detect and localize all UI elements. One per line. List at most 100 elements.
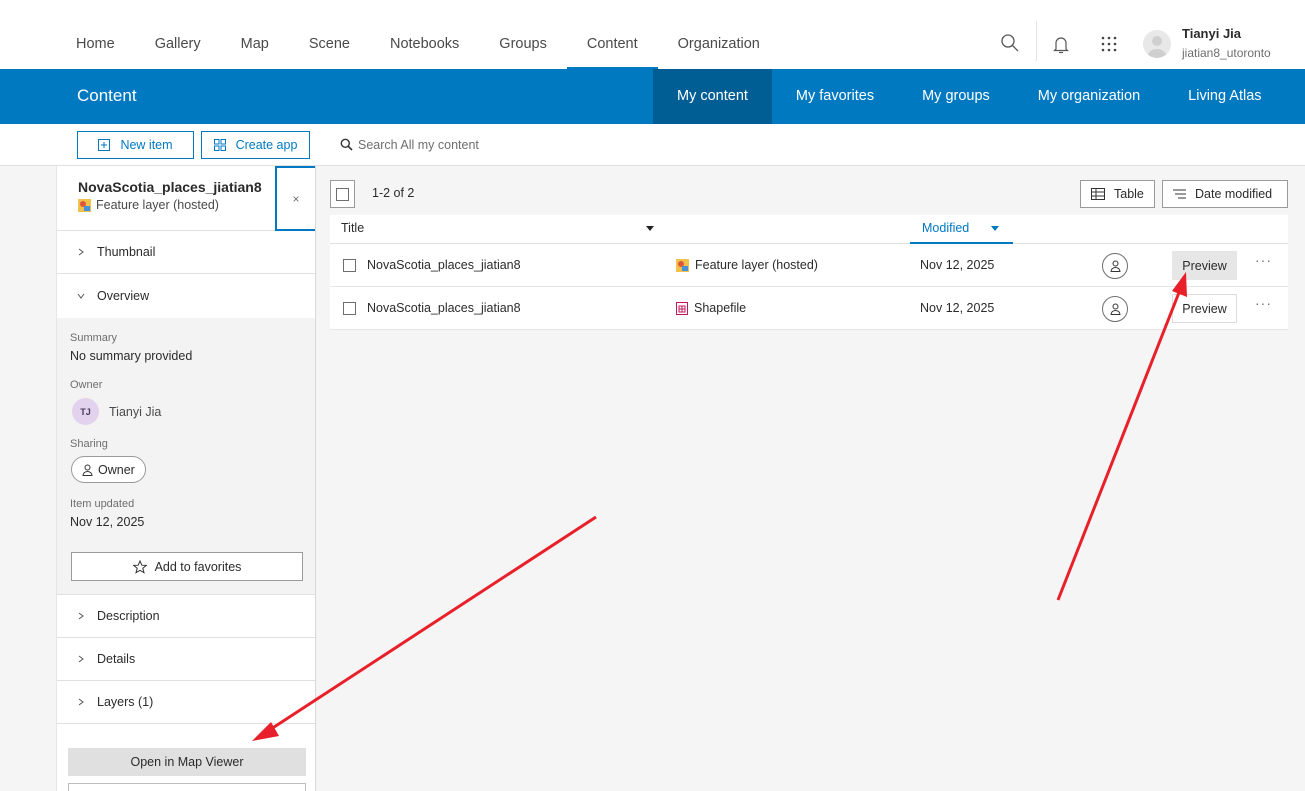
star-icon [132,559,147,574]
tab-my-groups[interactable]: My groups [898,69,1014,124]
caret-down-icon[interactable] [646,226,654,232]
add-to-favorites-label: Add to favorites [154,559,242,574]
more-options-icon[interactable]: ··· [1255,252,1272,268]
nav-notebooks[interactable]: Notebooks [370,0,479,69]
tab-my-favorites[interactable]: My favorites [772,69,898,124]
select-all-checkbox[interactable] [330,180,355,208]
sort-desc-caret-icon[interactable] [991,226,999,232]
overview-content: Summary No summary provided Owner TJ Tia… [57,318,315,595]
bell-icon[interactable] [1053,35,1069,55]
sort-date-modified-button[interactable]: Date modified [1162,180,1288,208]
tab-my-organization[interactable]: My organization [1014,69,1164,124]
section-layers-label: Layers (1) [97,695,154,709]
feature-layer-icon [676,258,689,272]
grid-icon [213,139,226,151]
item-details-panel: NovaScotia_places_jiatian8 Feature layer… [56,166,316,791]
section-overview-label: Overview [97,288,150,303]
owner-info[interactable]: TJ Tianyi Jia [72,398,161,425]
create-app-label: Create app [235,138,298,152]
tab-living-atlas[interactable]: Living Atlas [1164,69,1285,124]
preview-button[interactable]: Preview [1172,251,1237,280]
secondary-action-button[interactable] [68,783,306,791]
row-title[interactable]: NovaScotia_places_jiatian8 [367,301,521,315]
nav-divider [1036,21,1037,61]
section-thumbnail-label: Thumbnail [97,245,156,259]
sharing-label: Sharing [70,438,108,450]
action-row: New item Create app [0,124,318,166]
nav-groups[interactable]: Groups [479,0,567,69]
owner-label: Owner [70,379,103,391]
tab-my-content[interactable]: My content [653,69,772,124]
section-layers[interactable]: Layers (1) [57,681,315,724]
preview-button[interactable]: Preview [1172,294,1237,323]
chevron-down-icon [77,293,85,299]
plus-square-icon [98,139,111,151]
feature-layer-icon [78,198,91,212]
chevron-right-icon [78,248,84,256]
sort-icon [1173,189,1186,198]
table-header: Title Modified [330,215,1288,244]
table-row[interactable]: NovaScotia_places_jiatian8 Shapefile Nov… [330,287,1288,330]
chevron-right-icon [78,612,84,620]
nav-organization[interactable]: Organization [658,0,780,69]
create-app-button[interactable]: Create app [201,131,310,159]
row-title[interactable]: NovaScotia_places_jiatian8 [367,258,521,272]
updated-label: Item updated [70,498,135,510]
nav-scene[interactable]: Scene [289,0,370,69]
item-type: Feature layer (hosted) [78,198,219,212]
panel-footer: Open in Map Viewer [57,737,315,791]
person-icon [1109,303,1121,315]
open-in-map-viewer-button[interactable]: Open in Map Viewer [68,748,306,776]
nav-home[interactable]: Home [56,0,135,69]
section-thumbnail[interactable]: Thumbnail [57,231,315,274]
user-id[interactable]: jiatian8_utoronto [1182,46,1271,60]
person-icon [82,464,93,476]
content-table: Title Modified NovaScotia_places_jiatian… [330,215,1288,330]
nav-content[interactable]: Content [566,0,658,69]
chevron-right-icon [78,698,84,706]
user-avatar[interactable] [1143,30,1171,58]
new-item-button[interactable]: New item [77,131,194,159]
checkbox-box [336,187,349,201]
page-title: Content [77,86,137,105]
section-details[interactable]: Details [57,638,315,681]
search-input[interactable] [358,134,858,156]
row-modified: Nov 12, 2025 [920,258,995,272]
row-checkbox[interactable] [343,259,356,272]
section-overview[interactable]: Overview [57,274,315,317]
item-type-label: Feature layer (hosted) [96,198,219,212]
sharing-value: Owner [98,462,135,477]
top-navigation: Home Gallery Map Scene Notebooks Groups … [0,0,1305,69]
row-modified: Nov 12, 2025 [920,301,995,315]
row-checkbox[interactable] [343,302,356,315]
apps-grid-icon[interactable] [1100,35,1118,53]
section-description[interactable]: Description [57,595,315,638]
table-view-button[interactable]: Table [1080,180,1155,208]
add-to-favorites-button[interactable]: Add to favorites [71,552,303,581]
search-icon[interactable] [1000,33,1020,53]
section-details-label: Details [97,652,136,666]
nav-gallery[interactable]: Gallery [135,0,221,69]
top-nav-links: Home Gallery Map Scene Notebooks Groups … [56,0,780,69]
shapefile-icon [676,301,688,315]
row-type: Shapefile [676,301,746,315]
table-row[interactable]: NovaScotia_places_jiatian8 Feature layer… [330,244,1288,287]
user-name[interactable]: Tianyi Jia [1182,26,1241,41]
column-modified[interactable]: Modified [922,221,969,235]
owner-initials-avatar: TJ [72,398,99,425]
sharing-owner-pill[interactable]: Owner [71,456,146,483]
search-row [318,124,1305,166]
search-small-icon [340,138,353,151]
person-icon [1109,260,1121,272]
item-name: NovaScotia_places_jiatian8 [78,179,262,195]
close-panel-button[interactable]: × [275,166,315,231]
more-options-icon[interactable]: ··· [1255,295,1272,311]
content-header-bar: Content My content My favorites My group… [0,69,1305,124]
sharing-owner-icon[interactable] [1102,253,1128,279]
summary-value: No summary provided [70,349,193,363]
table-icon [1091,188,1105,200]
updated-value: Nov 12, 2025 [70,515,145,529]
column-title[interactable]: Title [341,221,364,235]
nav-map[interactable]: Map [221,0,289,69]
sharing-owner-icon[interactable] [1102,296,1128,322]
